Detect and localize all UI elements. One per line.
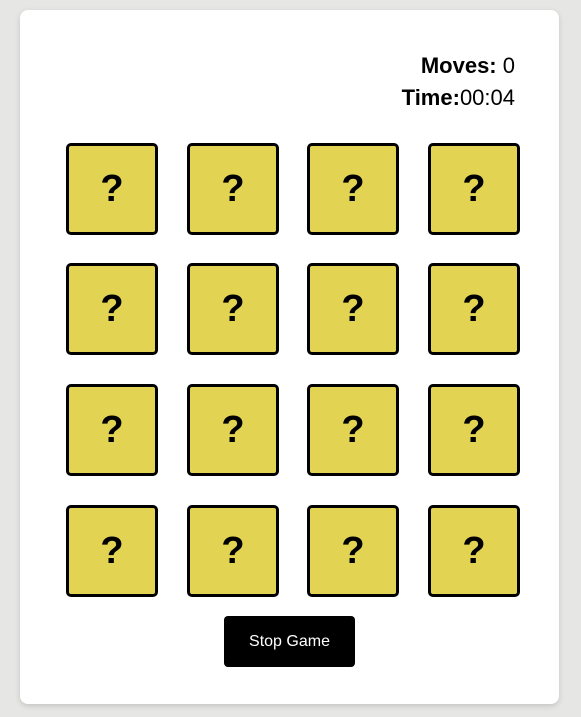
stats-panel: Moves: 0 Time:00:04 [402,50,515,114]
moves-counter: Moves: 0 [402,50,515,82]
time-label: Time: [401,85,460,110]
memory-card[interactable]: ? [428,505,520,597]
memory-card[interactable]: ? [66,263,158,355]
memory-card[interactable]: ? [66,384,158,476]
memory-card[interactable]: ? [307,384,399,476]
moves-value: 0 [502,53,515,78]
memory-card[interactable]: ? [66,143,158,235]
time-value: 00:04 [459,85,515,110]
memory-card[interactable]: ? [187,505,279,597]
memory-card[interactable]: ? [428,384,520,476]
memory-card[interactable]: ? [66,505,158,597]
moves-label: Moves: [420,53,497,78]
memory-card[interactable]: ? [307,263,399,355]
memory-card[interactable]: ? [187,143,279,235]
memory-card[interactable]: ? [187,263,279,355]
memory-card[interactable]: ? [428,263,520,355]
game-container: Moves: 0 Time:00:04 ???????????????? Sto… [20,10,559,704]
memory-card[interactable]: ? [428,143,520,235]
stop-game-button[interactable]: Stop Game [224,616,355,667]
timer: Time:00:04 [402,82,515,114]
memory-card[interactable]: ? [307,505,399,597]
memory-card[interactable]: ? [307,143,399,235]
memory-card[interactable]: ? [187,384,279,476]
